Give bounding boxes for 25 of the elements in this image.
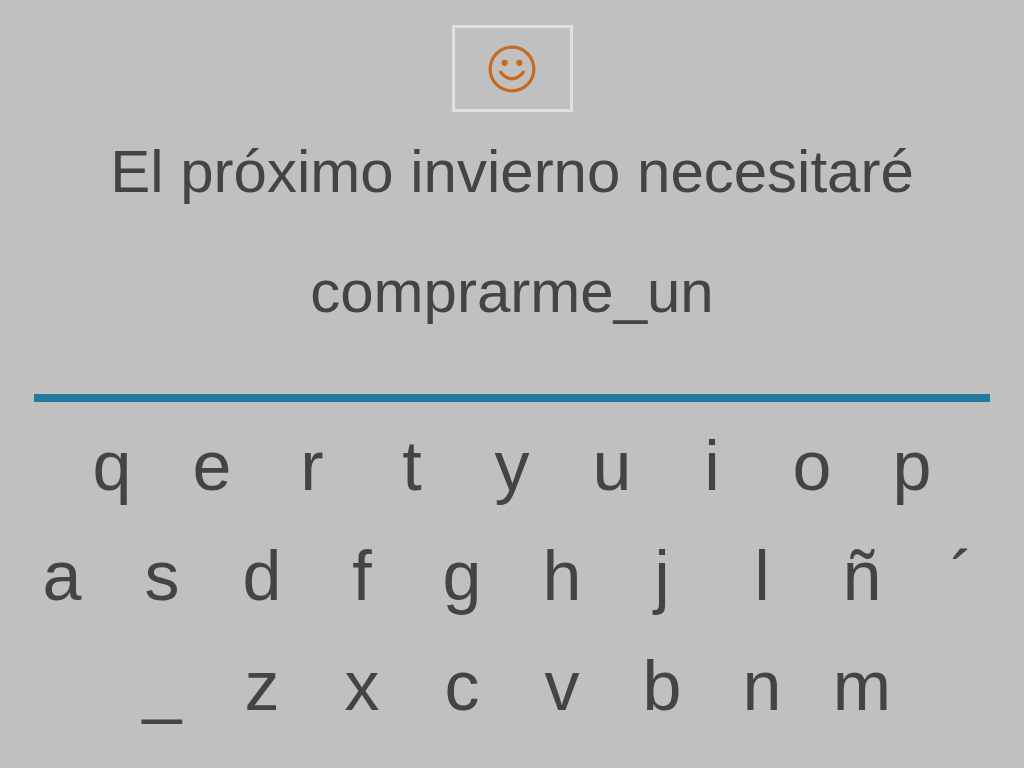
letter-key[interactable]: z [212, 651, 312, 721]
letter-key[interactable]: f [312, 541, 412, 611]
letter-key[interactable]: e [162, 431, 262, 501]
letter-key[interactable]: ´ [912, 541, 1012, 611]
letter-key[interactable]: m [812, 651, 912, 721]
letter-key[interactable]: v [512, 651, 612, 721]
letter-key[interactable]: h [512, 541, 612, 611]
letter-key[interactable]: u [562, 431, 662, 501]
letter-key[interactable]: t [362, 431, 462, 501]
letter-key[interactable]: n [712, 651, 812, 721]
letter-key[interactable]: a [12, 541, 112, 611]
letter-key[interactable]: ñ [812, 541, 912, 611]
smiley-button[interactable] [451, 25, 573, 112]
prompt-text: El próximo invierno necesitaré [110, 137, 914, 207]
letter-key[interactable]: r [262, 431, 362, 501]
letter-key[interactable]: l [712, 541, 812, 611]
smiley-icon [487, 43, 537, 94]
letter-key[interactable]: d [212, 541, 312, 611]
prompt-text: comprarme_un [309, 257, 715, 327]
letter-key[interactable]: c [412, 651, 512, 721]
letter-key[interactable]: s [112, 541, 212, 611]
letter-key[interactable]: x [312, 651, 412, 721]
letter-key[interactable]: b [612, 651, 712, 721]
letter-key[interactable]: o [762, 431, 862, 501]
letter-key[interactable]: i [662, 431, 762, 501]
